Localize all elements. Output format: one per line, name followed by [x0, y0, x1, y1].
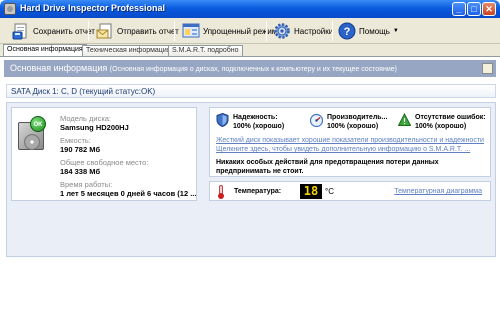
save-report-button[interactable]: Сохранить отчет: [12, 20, 95, 42]
help-button[interactable]: ? Помощь ▼: [338, 20, 399, 42]
temperature-display: 18: [300, 184, 322, 199]
hard-drive-icon: OK: [18, 116, 46, 150]
tab-technical-info[interactable]: Техническая информация: [82, 45, 175, 56]
send-report-label: Отправить отчет: [117, 26, 179, 36]
gear-icon: [273, 22, 291, 40]
main-content: Основная информация (Основная информация…: [0, 56, 500, 312]
simple-mode-button[interactable]: Упрощенный режим: [182, 20, 277, 42]
reliability-metric: Надежность: 100% (хорошо): [216, 112, 285, 131]
capacity-value: 190 782 Мб: [60, 145, 101, 154]
free-space-label: Общее свободное место:: [60, 158, 149, 167]
toolbar-separator: [174, 21, 175, 41]
thermometer-icon: [218, 185, 224, 199]
settings-button[interactable]: Настройки: [273, 20, 333, 42]
smart-info-link[interactable]: Щелкните здесь, чтобы увидеть дополнител…: [216, 146, 470, 153]
free-space-value: 184 338 Мб: [60, 167, 101, 176]
toolbar-separator: [332, 21, 333, 41]
temperature-box: Температура: 18 °C Температурная диаграм…: [209, 181, 491, 201]
performance-name: Производитель...: [327, 114, 388, 121]
model-label: Модель диска:: [60, 114, 112, 123]
warning-triangle-icon: [397, 112, 412, 127]
shield-icon: [216, 112, 229, 128]
minimize-button[interactable]: _: [452, 2, 466, 16]
send-report-icon: [96, 22, 114, 40]
performance-info-link[interactable]: Жесткий диск показывает хорошие показате…: [216, 137, 484, 144]
model-value: Samsung HD200HJ: [60, 123, 129, 132]
performance-value: 100% (хорошо): [327, 123, 379, 130]
toolbar-separator: [266, 21, 267, 41]
section-title: Основная информация (Основная информация…: [10, 63, 397, 73]
disk-heading-row[interactable]: SATA Диск 1: C, D (текущий статус:OK): [6, 84, 496, 98]
simple-mode-icon: [182, 22, 200, 40]
health-status-box: Надежность: 100% (хорошо) Производитель..…: [209, 107, 491, 177]
window-title: Hard Drive Inspector Professional: [20, 3, 166, 13]
errors-metric: Отсутствие ошибок: 100% (хорошо): [397, 112, 486, 131]
toolbar-separator: [88, 21, 89, 41]
recommendation-line1: Никаких особых действий для предотвращен…: [216, 159, 439, 166]
maximize-button[interactable]: □: [467, 2, 481, 16]
speedometer-icon: [309, 113, 324, 128]
ok-status-badge: OK: [30, 116, 46, 132]
close-button[interactable]: ✕: [482, 2, 496, 16]
tab-strip: Основная информация Техническая информац…: [0, 44, 500, 56]
reliability-name: Надежность:: [233, 114, 278, 121]
save-report-label: Сохранить отчет: [33, 26, 95, 36]
save-report-icon: [12, 22, 30, 40]
temperature-label: Температура:: [234, 188, 282, 195]
help-icon: ?: [338, 22, 356, 40]
capacity-label: Емкость:: [60, 136, 91, 145]
section-subtitle: (Основная информация о дисках, подключен…: [109, 66, 397, 73]
section-header: Основная информация (Основная информация…: [4, 60, 496, 77]
toolbar: Сохранить отчет Отправить отчет Упрощенн…: [0, 18, 500, 44]
disk-info-box: OK Модель диска: Samsung HD200HJ Емкость…: [11, 107, 197, 201]
uptime-label: Время работы:: [60, 180, 113, 189]
recommendation-line2: предпринимать не стоит.: [216, 168, 304, 175]
svg-text:?: ?: [344, 26, 351, 38]
errors-name: Отсутствие ошибок:: [415, 114, 486, 121]
temperature-unit: °C: [325, 187, 334, 196]
uptime-value: 1 лет 5 месяцев 0 дней 6 часов (12 ...: [60, 189, 197, 198]
help-label: Помощь: [359, 26, 390, 36]
reliability-value: 100% (хорошо): [233, 123, 285, 130]
chevron-down-icon: ▼: [392, 28, 399, 34]
app-icon: [4, 3, 16, 15]
temperature-chart-link[interactable]: Температурная диаграмма: [394, 188, 482, 195]
settings-label: Настройки: [294, 26, 334, 36]
title-bar: Hard Drive Inspector Professional _ □ ✕: [0, 0, 500, 18]
disk-heading: SATA Диск 1: C, D (текущий статус:OK): [11, 87, 156, 96]
tab-smart-details[interactable]: S.M.A.R.T. подробно: [168, 45, 243, 56]
errors-value: 100% (хорошо): [415, 123, 467, 130]
tab-main-info[interactable]: Основная информация: [3, 44, 87, 56]
section-title-text: Основная информация: [10, 63, 108, 73]
collapse-button[interactable]: [482, 63, 493, 74]
send-report-button[interactable]: Отправить отчет: [96, 20, 179, 42]
disk-panel: OK Модель диска: Samsung HD200HJ Емкость…: [6, 102, 496, 257]
performance-metric: Производитель... 100% (хорошо): [309, 113, 388, 131]
